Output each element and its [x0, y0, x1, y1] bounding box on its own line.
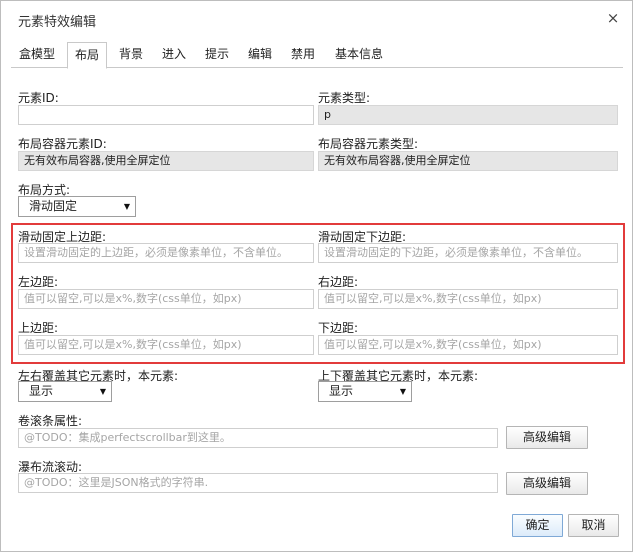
chevron-down-icon: ▼: [123, 202, 130, 211]
scrollbar-advanced-edit-button[interactable]: 高级编辑: [506, 426, 588, 449]
element-id-label: 元素ID:: [18, 91, 59, 105]
element-type-label: 元素类型:: [318, 91, 371, 105]
tab-tooltip[interactable]: 提示: [198, 42, 236, 68]
left-margin-label: 左边距:: [18, 275, 59, 289]
sticky-top-input[interactable]: 设置滑动固定的上边距，必须是像素单位，不含单位。: [18, 243, 314, 263]
close-icon[interactable]: ×: [605, 10, 621, 26]
tab-background[interactable]: 背景: [112, 42, 150, 68]
tab-edit[interactable]: 编辑: [241, 42, 279, 68]
cancel-button[interactable]: 取消: [568, 514, 619, 537]
tab-layout[interactable]: 布局: [67, 42, 107, 69]
top-margin-label: 上边距:: [18, 321, 59, 335]
element-id-input[interactable]: [18, 105, 314, 125]
scrollbar-input[interactable]: @TODO：集成perfectscrollbar到这里。: [18, 428, 498, 448]
chevron-down-icon: ▼: [99, 387, 106, 396]
overlay-tb-select[interactable]: 显示 ▼: [318, 381, 412, 402]
container-id-label: 布局容器元素ID:: [18, 137, 107, 151]
tab-box-model[interactable]: 盒模型: [11, 42, 63, 68]
bottom-margin-input[interactable]: 值可以留空,可以是x%,数字(css单位，如px): [318, 335, 618, 355]
container-type-label: 布局容器元素类型:: [318, 137, 419, 151]
top-margin-input[interactable]: 值可以留空,可以是x%,数字(css单位，如px): [18, 335, 314, 355]
container-type-field: 无有效布局容器,使用全屏定位: [318, 151, 618, 171]
overlay-tb-value: 显示: [329, 384, 354, 398]
tab-basic-info[interactable]: 基本信息: [327, 42, 391, 68]
container-id-field: 无有效布局容器,使用全屏定位: [18, 151, 314, 171]
right-margin-input[interactable]: 值可以留空,可以是x%,数字(css单位，如px): [318, 289, 618, 309]
overlay-lr-select[interactable]: 显示 ▼: [18, 381, 112, 402]
tab-enter[interactable]: 进入: [155, 42, 193, 68]
effect-edit-dialog: 元素特效编辑 × 盒模型 布局 背景 进入 提示 编辑 禁用 基本信息 元素ID…: [0, 0, 633, 552]
layout-mode-value: 滑动固定: [29, 199, 78, 213]
element-type-field: p: [318, 105, 618, 125]
tab-bar: 盒模型 布局 背景 进入 提示 编辑 禁用 基本信息: [11, 42, 623, 69]
scrollbar-label: 卷滚条属性:: [18, 414, 83, 428]
dialog-titlebar: 元素特效编辑 ×: [1, 1, 632, 37]
waterfall-input[interactable]: @TODO：这里是JSON格式的字符串.: [18, 473, 498, 493]
tab-disable[interactable]: 禁用: [284, 42, 322, 68]
right-margin-label: 右边距:: [318, 275, 359, 289]
waterfall-advanced-edit-button[interactable]: 高级编辑: [506, 472, 588, 495]
bottom-margin-label: 下边距:: [318, 321, 359, 335]
dialog-title: 元素特效编辑: [18, 15, 97, 30]
overlay-lr-value: 显示: [29, 384, 54, 398]
left-margin-input[interactable]: 值可以留空,可以是x%,数字(css单位，如px): [18, 289, 314, 309]
sticky-bottom-input[interactable]: 设置滑动固定的下边距，必须是像素单位，不含单位。: [318, 243, 618, 263]
chevron-down-icon: ▼: [399, 387, 406, 396]
ok-button[interactable]: 确定: [512, 514, 563, 537]
layout-mode-select[interactable]: 滑动固定 ▼: [18, 196, 136, 217]
